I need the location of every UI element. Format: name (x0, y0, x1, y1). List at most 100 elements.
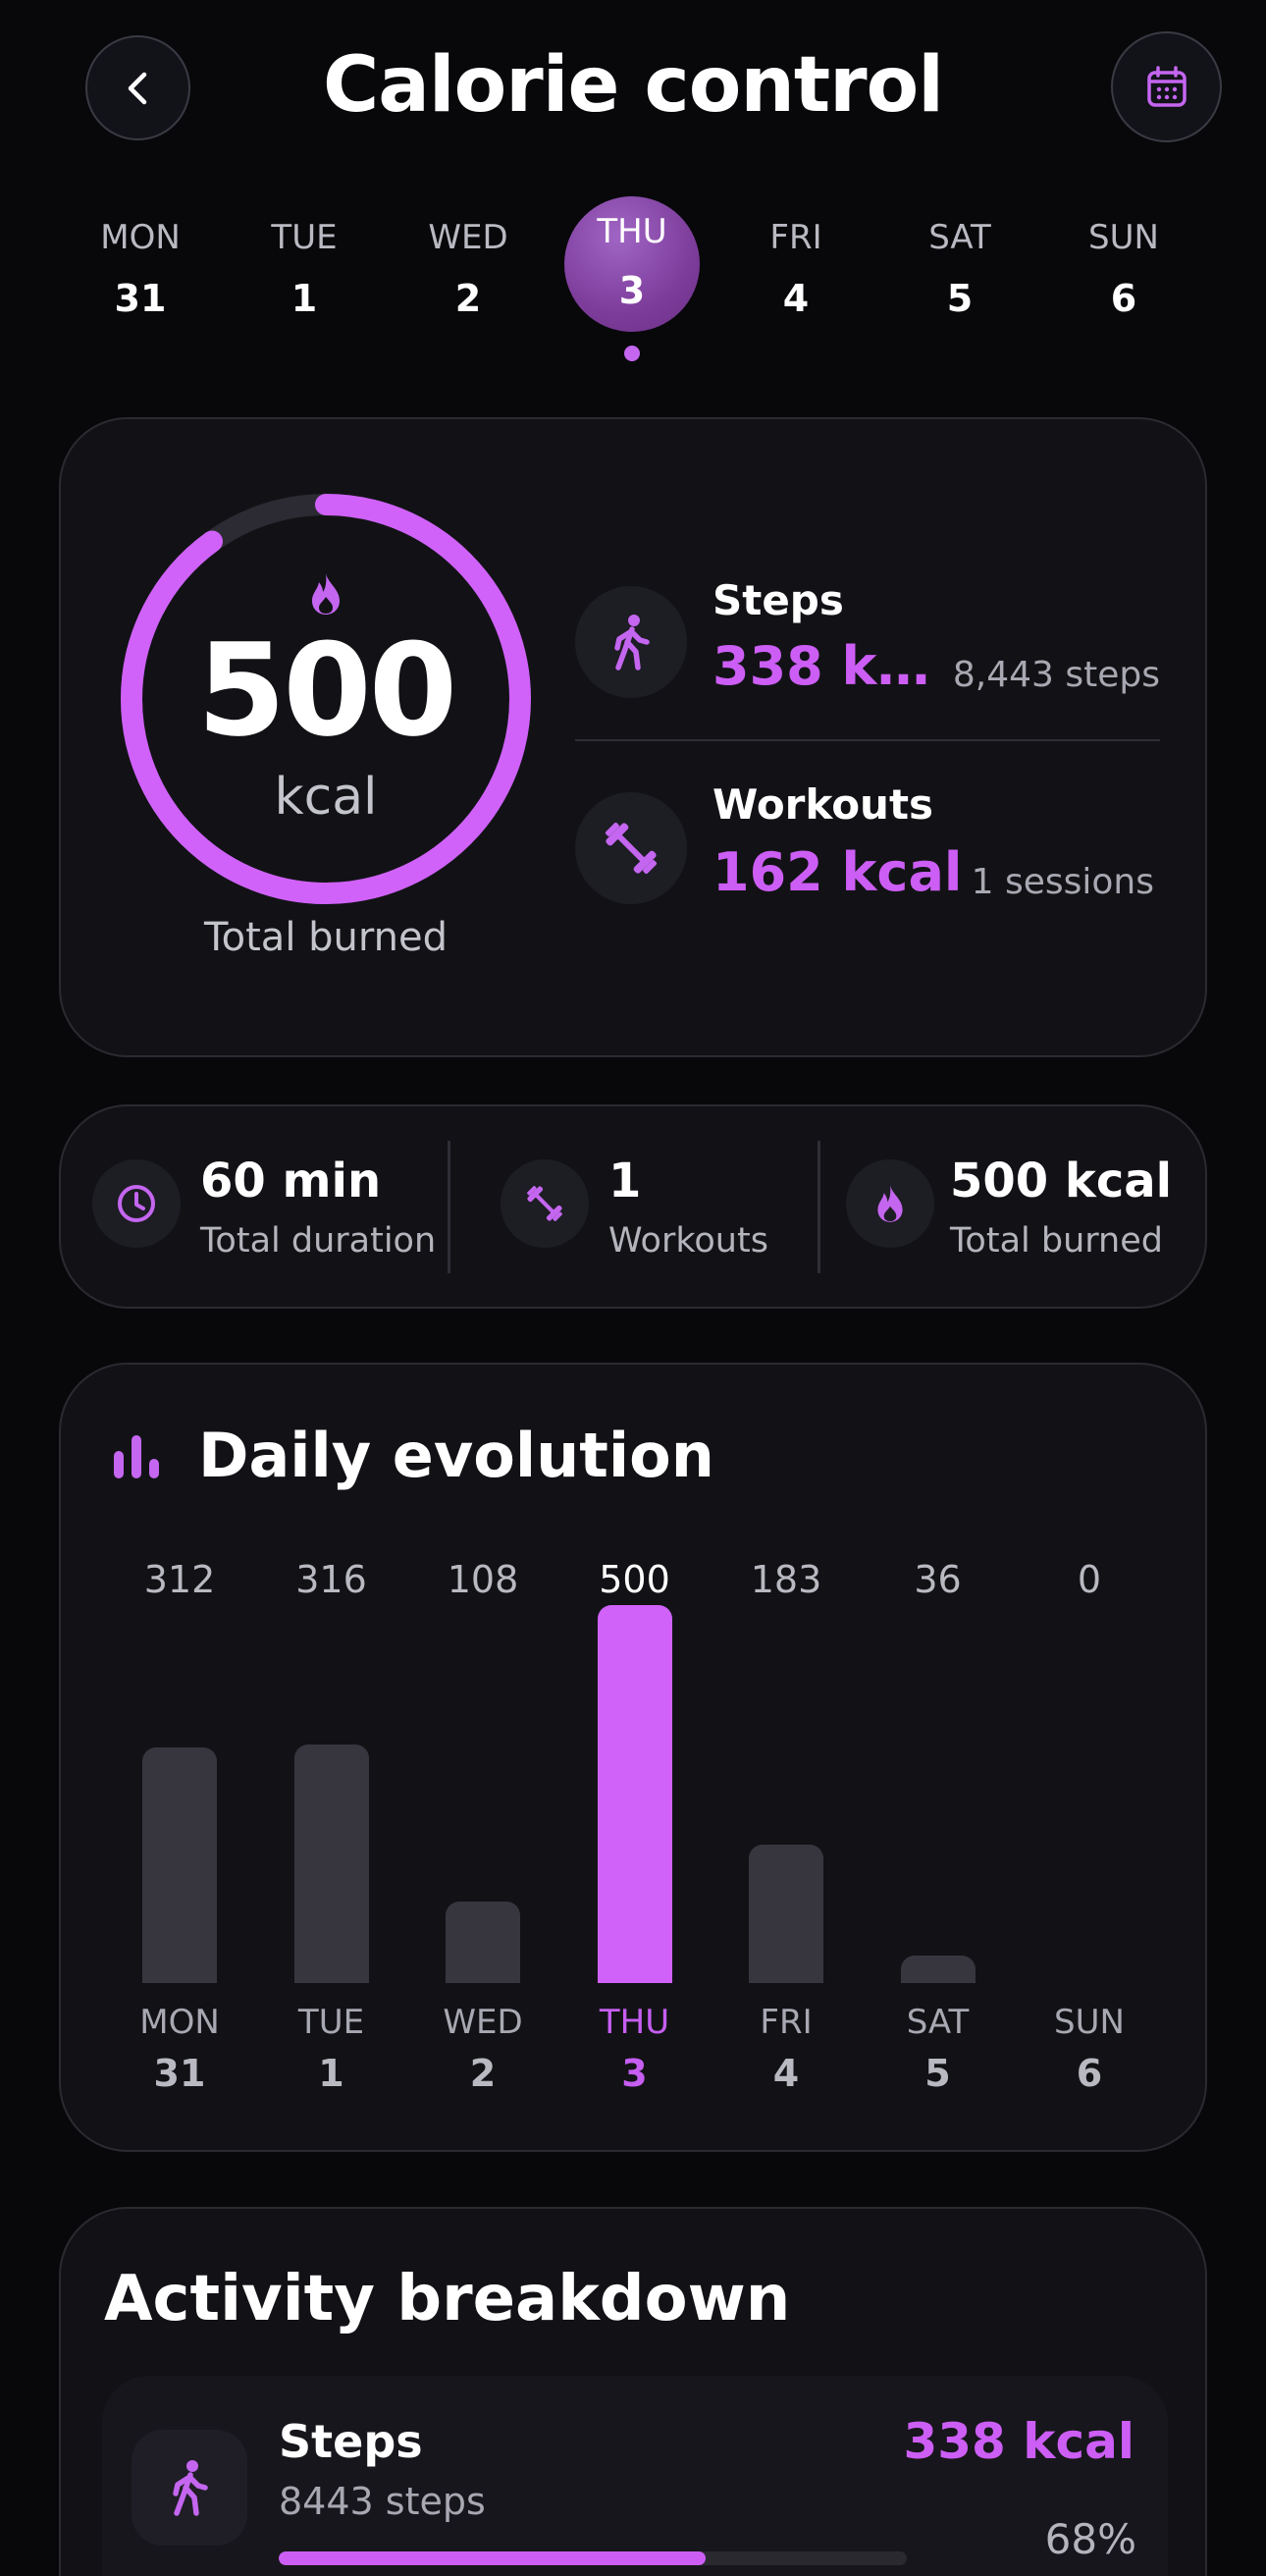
breakdown-progress-track (279, 2551, 907, 2565)
divider (575, 739, 1160, 741)
x-tick-day-number: 5 (924, 2052, 951, 2095)
day-name: WED (428, 218, 508, 257)
walking-icon (173, 2460, 208, 2516)
workouts-summary[interactable]: Workouts 162 kcal 1 sessions (575, 780, 1160, 928)
flame-icon (877, 1185, 903, 1222)
bar-thu[interactable] (597, 1605, 672, 1983)
total-kcal-unit: kcal (274, 768, 378, 827)
steps-count: 8,443 steps (952, 655, 1160, 695)
calendar-button[interactable] (1111, 31, 1222, 142)
dumbbell-icon (527, 1186, 562, 1221)
x-tick-day-number: 2 (469, 2052, 497, 2095)
day-mon[interactable]: MON 31 (72, 196, 209, 320)
bar-value-label: 0 (1077, 1558, 1102, 1601)
day-name: SUN (1088, 218, 1159, 257)
stats-strip: 60 min Total duration 1 Workouts 500 kca… (59, 1104, 1207, 1309)
stat-label: Workouts (608, 1221, 768, 1261)
breakdown-icon-badge (132, 2430, 247, 2546)
stat-icon-badge (501, 1159, 589, 1248)
bar-sat[interactable] (900, 1956, 976, 1983)
total-kcal-value: 500 (196, 616, 457, 765)
bar-value-label: 500 (599, 1558, 670, 1601)
activity-breakdown-card: Activity breakdown Steps 8443 steps 338 … (59, 2207, 1207, 2576)
walking-icon (614, 615, 650, 671)
x-tick-day-number: 6 (1076, 2052, 1103, 2095)
day-number: 3 (618, 269, 646, 312)
day-wed[interactable]: WED 2 (399, 196, 537, 320)
x-tick-day-number: 3 (621, 2052, 648, 2095)
bar-value-label: 108 (447, 1558, 519, 1601)
dumbbell-icon (605, 822, 658, 875)
stat-label: Total burned (950, 1221, 1163, 1261)
page-title: Calorie control (323, 41, 944, 130)
breakdown-progress-fill (279, 2551, 707, 2565)
activity-breakdown-title: Activity breakdown (104, 2263, 791, 2335)
x-tick-day-name: SUN (1054, 2003, 1125, 2042)
total-burned-caption: Total burned (204, 915, 448, 960)
daily-evolution-card: Daily evolution 312 MON 31 316 TUE 1 108 WED 2 50… (59, 1363, 1207, 2152)
x-tick-day-name: MON (139, 2003, 220, 2042)
breakdown-item-percent: 68% (1044, 2515, 1136, 2563)
clock-icon (118, 1185, 155, 1222)
header: Calorie control (0, 0, 1266, 177)
day-name: THU (597, 212, 667, 251)
breakdown-item-name: Steps (279, 2415, 423, 2468)
stat-value: 1 (608, 1154, 642, 1208)
steps-kcal: 338 kcal (712, 635, 940, 697)
stat-value: 500 kcal (950, 1154, 1173, 1208)
x-tick-day-number: 31 (153, 2052, 206, 2095)
day-number: 4 (782, 277, 810, 320)
divider (818, 1141, 820, 1273)
day-sun[interactable]: SUN 6 (1055, 196, 1192, 320)
day-name: FRI (769, 218, 822, 257)
stat-value: 60 min (200, 1154, 382, 1208)
bar-mon[interactable] (142, 1747, 217, 1983)
selected-day-dot (624, 346, 640, 361)
daily-evolution-chart: 312 MON 31 316 TUE 1 108 WED 2 500 THU 3 183 FRI 4 36 SA… (61, 1365, 1209, 2154)
day-number: 31 (114, 277, 167, 320)
day-name: TUE (271, 218, 338, 257)
breakdown-item-detail: 8443 steps (279, 2480, 486, 2523)
x-tick-day-name: FRI (760, 2003, 813, 2042)
bar-value-label: 36 (914, 1558, 962, 1601)
breakdown-item-kcal: 338 kcal (903, 2413, 1134, 2470)
day-fri[interactable]: FRI 4 (727, 196, 865, 320)
day-name: MON (100, 218, 181, 257)
x-tick-day-name: THU (599, 2003, 670, 2042)
bar-value-label: 316 (295, 1558, 367, 1601)
x-tick-day-number: 1 (318, 2052, 344, 2095)
day-tue[interactable]: TUE 1 (236, 196, 373, 320)
bar-value-label: 183 (750, 1558, 822, 1601)
stat-icon-badge (846, 1159, 934, 1248)
steps-label: Steps (712, 576, 844, 624)
bar-fri[interactable] (749, 1845, 823, 1983)
day-number: 1 (290, 277, 318, 320)
day-name: SAT (928, 218, 991, 257)
week-selector: MON 31 TUE 1 WED 2 THU 3 FRI 4 SAT 5 SUN… (0, 196, 1266, 373)
stat-workouts: 1 Workouts (501, 1106, 824, 1311)
x-tick-day-name: SAT (906, 2003, 970, 2042)
x-tick-day-number: 4 (772, 2052, 800, 2095)
stat-duration: 60 min Total duration (92, 1106, 475, 1311)
day-thu-selected[interactable]: THU 3 (563, 196, 701, 361)
calendar-icon (1146, 65, 1187, 107)
workouts-kcal: 162 kcal (712, 841, 963, 903)
day-number: 6 (1110, 277, 1137, 320)
steps-summary[interactable]: Steps 338 kcal 8,443 steps (575, 576, 1160, 724)
divider (448, 1141, 450, 1273)
day-sat[interactable]: SAT 5 (891, 196, 1029, 320)
steps-icon-badge (575, 586, 687, 698)
summary-card: 500 kcal Total burned Steps 338 kcal 8,4… (59, 417, 1207, 1057)
stat-icon-badge (92, 1159, 181, 1248)
day-number: 5 (946, 277, 974, 320)
x-tick-day-name: TUE (297, 2003, 365, 2042)
stat-label: Total duration (200, 1221, 437, 1261)
bar-tue[interactable] (293, 1744, 369, 1983)
breakdown-item-steps[interactable]: Steps 8443 steps 338 kcal 68% (102, 2376, 1168, 2576)
workouts-sessions: 1 sessions (971, 862, 1154, 902)
x-tick-day-name: WED (443, 2003, 523, 2042)
bar-wed[interactable] (446, 1902, 520, 1983)
day-number: 2 (454, 277, 482, 320)
workouts-label: Workouts (712, 780, 934, 829)
workouts-icon-badge (575, 792, 687, 904)
